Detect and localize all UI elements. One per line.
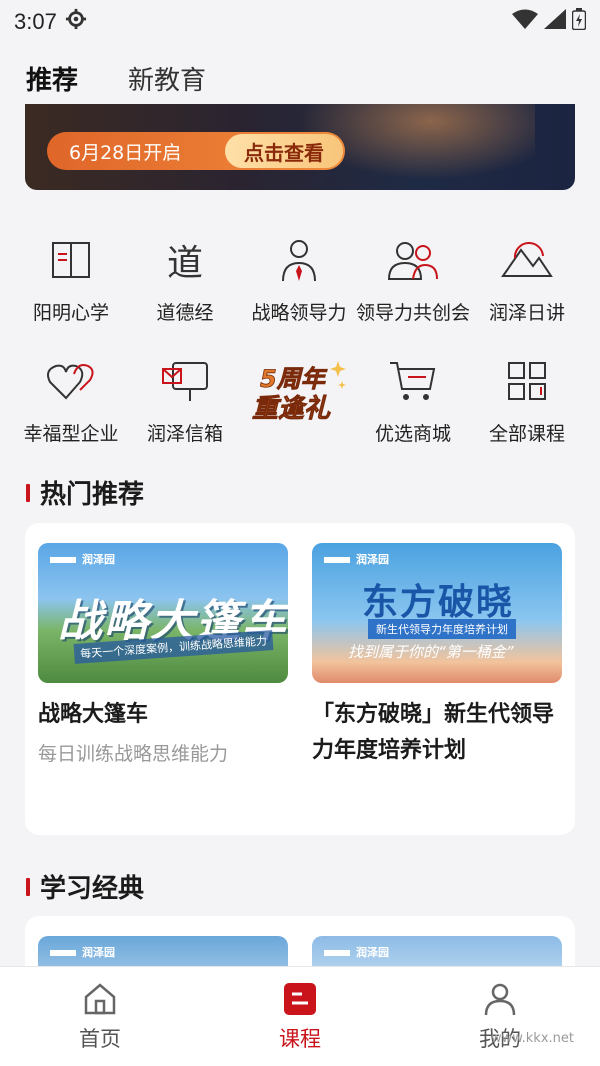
gear-icon — [65, 8, 87, 36]
entry-strategy-leadership[interactable]: 战略领导力 — [242, 232, 356, 325]
mountain-icon — [499, 232, 555, 288]
mailbox-icon — [157, 353, 213, 409]
thumb-tag: 新生代领导力年度培养计划 — [368, 619, 516, 639]
brand-logo: 润泽园 — [324, 551, 389, 567]
course-card[interactable]: 润泽园 战略大篷车 每天一个深度案例，训练战略思维能力 战略大篷车 每日训练战略… — [38, 543, 288, 766]
section-hot-title: 热门推荐 — [26, 474, 144, 511]
entry-label: 全部课程 — [488, 423, 565, 445]
tab-recommend[interactable]: 推荐 — [26, 60, 78, 109]
dao-char-icon: 道 — [166, 243, 203, 284]
top-tabs: 推荐 新教育 — [26, 60, 206, 109]
svg-text:重逢礼: 重逢礼 — [252, 394, 331, 424]
thumb-script: 找到属于你的“第一桶金” — [348, 643, 514, 661]
tab-new-education[interactable]: 新教育 — [128, 60, 206, 97]
banner-date: 6月28日开启 — [69, 141, 182, 164]
entry-daodejing[interactable]: 道 道德经 — [128, 232, 242, 325]
banner-pill: 6月28日开启 点击查看 — [47, 132, 345, 170]
course-icon — [280, 979, 320, 1019]
thumb-title: 东方破晓 — [362, 582, 515, 623]
brand-logo: 润泽园 — [324, 944, 389, 960]
entry-label: 阳明心学 — [32, 302, 109, 324]
course-thumbnail: 润泽园 战略大篷车 每天一个深度案例，训练战略思维能力 — [38, 543, 288, 683]
entry-runze-daily[interactable]: 润泽日讲 — [470, 232, 584, 325]
course-card[interactable]: 润泽园 东方破晓 新生代领导力年度培养计划 找到属于你的“第一桶金” 「东方破晓… — [312, 543, 562, 769]
wifi-icon — [512, 9, 538, 35]
banner-cta-button[interactable]: 点击查看 — [225, 134, 343, 168]
entry-label: 润泽日讲 — [488, 302, 565, 324]
entry-label: 润泽信箱 — [146, 423, 223, 445]
section-classic-title: 学习经典 — [26, 868, 144, 905]
status-bar: 3:07 — [0, 0, 600, 44]
book-icon — [43, 232, 99, 288]
section-marker — [26, 483, 30, 502]
hot-card-box: 润泽园 战略大篷车 每天一个深度案例，训练战略思维能力 战略大篷车 每日训练战略… — [25, 523, 575, 835]
svg-text:5周年: 5周年 — [260, 365, 328, 393]
entry-yangming[interactable]: 阳明心学 — [14, 232, 128, 325]
entry-happy-enterprise[interactable]: 幸福型企业 — [14, 353, 128, 446]
entry-label: 优选商城 — [374, 423, 451, 445]
home-icon — [80, 979, 120, 1019]
course-title: 「东方破晓」新生代领导力年度培养计划 — [312, 702, 555, 763]
entry-label: 道德经 — [156, 302, 214, 324]
nav-home[interactable]: 首页 — [0, 967, 200, 1066]
person-icon — [480, 979, 520, 1019]
battery-icon — [571, 8, 587, 36]
entry-label: 幸福型企业 — [23, 423, 119, 445]
nav-courses[interactable]: 课程 — [200, 967, 400, 1066]
entry-leadership-cocreation[interactable]: 领导力共创会 — [356, 232, 470, 325]
course-subtitle: 每日训练战略思维能力 — [38, 743, 229, 765]
section-marker — [26, 877, 30, 896]
section-title-text: 学习经典 — [40, 874, 145, 904]
people-icon — [385, 232, 441, 288]
entry-label: 领导力共创会 — [356, 302, 471, 324]
entry-runze-mailbox[interactable]: 润泽信箱 — [128, 353, 242, 446]
cart-icon — [385, 353, 441, 409]
entry-label: 战略领导力 — [251, 302, 347, 324]
promo-banner[interactable]: 6月28日开启 点击查看 — [25, 104, 575, 190]
status-time: 3:07 — [14, 9, 57, 34]
watermark: www.kkx.net — [490, 1031, 574, 1046]
entry-grid: 阳明心学 道 道德经 战略领导力 领导力共创会 润泽日讲 幸福型企业 润泽信箱 — [14, 232, 586, 446]
entry-mall[interactable]: 优选商城 — [356, 353, 470, 446]
anniversary-badge: 5周年 重逢礼 — [244, 353, 354, 437]
section-title-text: 热门推荐 — [40, 480, 145, 510]
course-thumbnail: 润泽园 东方破晓 新生代领导力年度培养计划 找到属于你的“第一桶金” — [312, 543, 562, 683]
nav-mine[interactable]: 我的 — [400, 967, 600, 1066]
grid-icon — [499, 353, 555, 409]
brand-logo: 润泽园 — [50, 551, 115, 567]
entry-all-courses[interactable]: 全部课程 — [470, 353, 584, 446]
course-title: 战略大篷车 — [38, 702, 149, 727]
brand-logo: 润泽园 — [50, 944, 115, 960]
nav-label: 首页 — [79, 1027, 121, 1051]
nav-label: 课程 — [279, 1027, 321, 1051]
heart-icon — [43, 353, 99, 409]
leader-icon — [271, 232, 327, 288]
entry-anniversary[interactable]: 5周年 重逢礼 — [242, 353, 356, 446]
signal-icon — [544, 9, 566, 35]
bottom-nav: 首页 课程 我的 — [0, 966, 600, 1066]
